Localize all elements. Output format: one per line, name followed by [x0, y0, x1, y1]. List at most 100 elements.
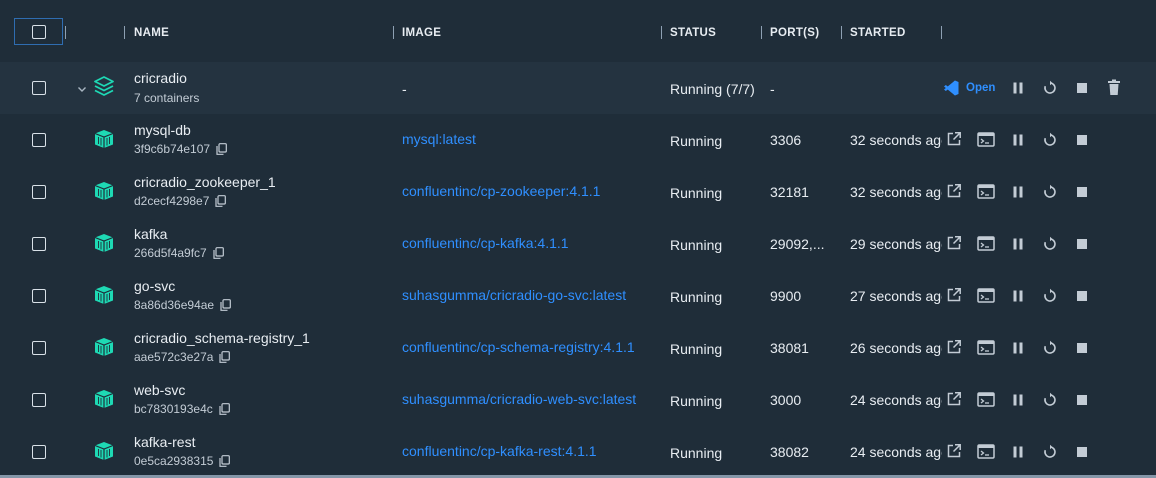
container-ports[interactable]: 9900: [770, 288, 801, 304]
column-header-ports[interactable]: PORT(S): [770, 27, 819, 39]
row-checkbox[interactable]: [32, 393, 46, 407]
stop-icon[interactable]: [1075, 445, 1089, 459]
restart-icon[interactable]: [1042, 288, 1058, 304]
open-in-browser-icon[interactable]: [946, 339, 962, 355]
container-image-link[interactable]: confluentinc/cp-zookeeper:4.1.1: [402, 183, 600, 199]
terminal-icon[interactable]: [977, 392, 995, 407]
restart-icon[interactable]: [1042, 444, 1058, 460]
container-name[interactable]: kafka-rest: [134, 434, 195, 450]
stop-icon[interactable]: [1075, 185, 1089, 199]
container-image-link[interactable]: confluentinc/cp-schema-registry:4.1.1: [402, 339, 635, 355]
container-ports[interactable]: 38081: [770, 340, 809, 356]
stop-icon[interactable]: [1075, 393, 1089, 407]
container-row[interactable]: kafka-rest 0e5ca2938315 confluentinc/cp-ka…: [0, 426, 1156, 478]
row-checkbox[interactable]: [32, 81, 46, 95]
copy-icon[interactable]: [216, 143, 227, 158]
row-checkbox[interactable]: [32, 289, 46, 303]
stop-icon[interactable]: [1075, 81, 1089, 95]
container-image-link[interactable]: suhasgumma/cricradio-web-svc:latest: [402, 391, 636, 407]
open-in-browser-icon[interactable]: [946, 391, 962, 407]
container-name[interactable]: go-svc: [134, 278, 175, 294]
container-ports[interactable]: 3306: [770, 132, 801, 148]
open-in-browser-icon[interactable]: [946, 235, 962, 251]
copy-icon[interactable]: [213, 247, 224, 262]
stop-icon[interactable]: [1075, 237, 1089, 251]
terminal-icon[interactable]: [977, 184, 995, 199]
container-row[interactable]: cricradio_zookeeper_1 d2cecf4298e7 conflue…: [0, 166, 1156, 218]
container-name[interactable]: mysql-db: [134, 122, 191, 138]
open-in-browser-icon[interactable]: [946, 443, 962, 459]
copy-icon[interactable]: [219, 351, 231, 366]
row-checkbox[interactable]: [32, 237, 46, 251]
container-started: 24 seconds ago: [850, 444, 942, 460]
open-in-vscode-button[interactable]: Open: [966, 82, 995, 94]
column-separator[interactable]: [124, 26, 125, 39]
container-name[interactable]: cricradio_schema-registry_1: [134, 330, 310, 346]
copy-icon[interactable]: [219, 403, 230, 418]
container-name[interactable]: kafka: [134, 226, 167, 242]
container-image-link[interactable]: mysql:latest: [402, 131, 476, 147]
open-in-browser-icon[interactable]: [946, 183, 962, 199]
row-checkbox[interactable]: [32, 445, 46, 459]
open-in-browser-icon[interactable]: [946, 287, 962, 303]
pause-icon[interactable]: [1011, 341, 1025, 355]
select-all-checkbox[interactable]: [32, 25, 46, 39]
container-image-link[interactable]: suhasgumma/cricradio-go-svc:latest: [402, 287, 626, 303]
restart-icon[interactable]: [1042, 340, 1058, 356]
pause-icon[interactable]: [1011, 393, 1025, 407]
container-ports[interactable]: 38082: [770, 444, 809, 460]
column-header-started[interactable]: STARTED: [850, 27, 906, 39]
container-image-link[interactable]: confluentinc/cp-kafka:4.1.1: [402, 235, 569, 251]
restart-icon[interactable]: [1042, 184, 1058, 200]
pause-icon[interactable]: [1011, 289, 1025, 303]
pause-icon[interactable]: [1011, 185, 1025, 199]
open-in-browser-icon[interactable]: [946, 131, 962, 147]
restart-icon[interactable]: [1042, 132, 1058, 148]
pause-icon[interactable]: [1011, 237, 1025, 251]
pause-icon[interactable]: [1011, 81, 1025, 95]
column-separator[interactable]: [841, 26, 842, 39]
column-header-name[interactable]: NAME: [134, 27, 169, 39]
pause-icon[interactable]: [1011, 133, 1025, 147]
stop-icon[interactable]: [1075, 133, 1089, 147]
column-header-status[interactable]: STATUS: [670, 27, 716, 39]
row-checkbox[interactable]: [32, 185, 46, 199]
trash-icon[interactable]: [1106, 79, 1122, 96]
container-image-link[interactable]: confluentinc/cp-kafka-rest:4.1.1: [402, 443, 597, 459]
container-ports[interactable]: 3000: [770, 392, 801, 408]
container-ports[interactable]: 29092,...: [770, 236, 825, 252]
container-row[interactable]: cricradio_schema-registry_1 aae572c3e27a c…: [0, 322, 1156, 374]
container-row[interactable]: kafka 266d5f4a9fc7 confluentinc/cp-kafka:4…: [0, 218, 1156, 270]
container-ports[interactable]: 32181: [770, 184, 809, 200]
chevron-down-icon[interactable]: [76, 83, 88, 95]
terminal-icon[interactable]: [977, 236, 995, 251]
stop-icon[interactable]: [1075, 289, 1089, 303]
terminal-icon[interactable]: [977, 132, 995, 147]
copy-icon[interactable]: [215, 195, 227, 210]
row-checkbox[interactable]: [32, 133, 46, 147]
copy-icon[interactable]: [220, 299, 231, 314]
terminal-icon[interactable]: [977, 288, 995, 303]
restart-icon[interactable]: [1042, 392, 1058, 408]
column-header-image[interactable]: IMAGE: [402, 27, 441, 39]
restart-icon[interactable]: [1042, 80, 1058, 96]
vscode-icon[interactable]: [942, 79, 960, 97]
row-checkbox[interactable]: [32, 341, 46, 355]
container-name[interactable]: web-svc: [134, 382, 185, 398]
container-row[interactable]: web-svc bc7830193e4c suhasgumma/cricradio-…: [0, 374, 1156, 426]
column-separator[interactable]: [393, 26, 394, 39]
column-separator[interactable]: [941, 26, 942, 39]
restart-icon[interactable]: [1042, 236, 1058, 252]
column-separator[interactable]: [761, 26, 762, 39]
terminal-icon[interactable]: [977, 444, 995, 459]
column-separator[interactable]: [661, 26, 662, 39]
terminal-icon[interactable]: [977, 340, 995, 355]
column-separator[interactable]: [65, 26, 66, 39]
container-row[interactable]: mysql-db 3f9c6b74e107 mysql:latest Running 3…: [0, 114, 1156, 166]
container-row[interactable]: go-svc 8a86d36e94ae suhasgumma/cricradio-g…: [0, 270, 1156, 322]
stop-icon[interactable]: [1075, 341, 1089, 355]
container-name[interactable]: cricradio_zookeeper_1: [134, 174, 276, 190]
copy-icon[interactable]: [219, 455, 231, 470]
pause-icon[interactable]: [1011, 445, 1025, 459]
compose-group-row[interactable]: cricradio 7 containers - Running (7/7) -…: [0, 62, 1156, 114]
